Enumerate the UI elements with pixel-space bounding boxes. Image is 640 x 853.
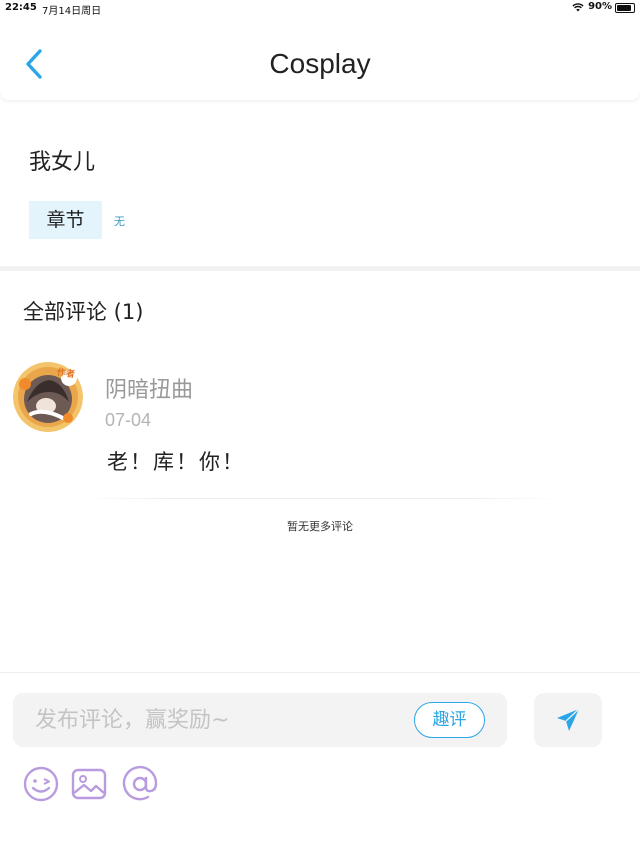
emoji-icon[interactable] bbox=[22, 765, 60, 803]
at-icon[interactable] bbox=[121, 765, 159, 803]
comment-date: 07-04 bbox=[105, 410, 152, 430]
status-time: 22:45 bbox=[5, 2, 37, 13]
post-section: 我女儿 章节 无 bbox=[0, 110, 640, 266]
author-badge: 作者 bbox=[56, 367, 76, 381]
status-indicators: 90% bbox=[572, 1, 612, 12]
comment-text: 老！库！你！ bbox=[107, 450, 245, 474]
quping-button[interactable]: 趣评 bbox=[414, 702, 485, 738]
status-bar: 22:45 7月14日周日 90% bbox=[0, 0, 640, 17]
comment-divider bbox=[80, 498, 560, 499]
comments-header: 全部评论 (1) bbox=[23, 300, 144, 324]
send-button[interactable] bbox=[534, 693, 602, 747]
chapter-tag[interactable]: 章节 bbox=[29, 201, 102, 239]
battery-level bbox=[617, 5, 632, 11]
battery-percent: 90% bbox=[588, 1, 612, 12]
post-title: 我女儿 bbox=[29, 150, 96, 175]
nav-bar: Cosplay bbox=[0, 22, 640, 100]
status-date: 7月14日周日 bbox=[42, 6, 102, 17]
comment-composer: 趣评 bbox=[0, 672, 640, 853]
image-icon[interactable] bbox=[70, 765, 108, 803]
comment-item: 作者 阴暗扭曲 07-04 老！库！你！ bbox=[0, 350, 640, 500]
chapter-value: 无 bbox=[114, 215, 125, 228]
battery-icon bbox=[615, 3, 635, 13]
page-title: Cosplay bbox=[269, 48, 371, 79]
section-divider bbox=[0, 266, 640, 271]
no-more-comments: 暂无更多评论 bbox=[287, 520, 353, 533]
comment-username[interactable]: 阴暗扭曲 bbox=[105, 372, 193, 404]
wifi-icon bbox=[572, 2, 584, 11]
send-icon bbox=[557, 708, 580, 731]
